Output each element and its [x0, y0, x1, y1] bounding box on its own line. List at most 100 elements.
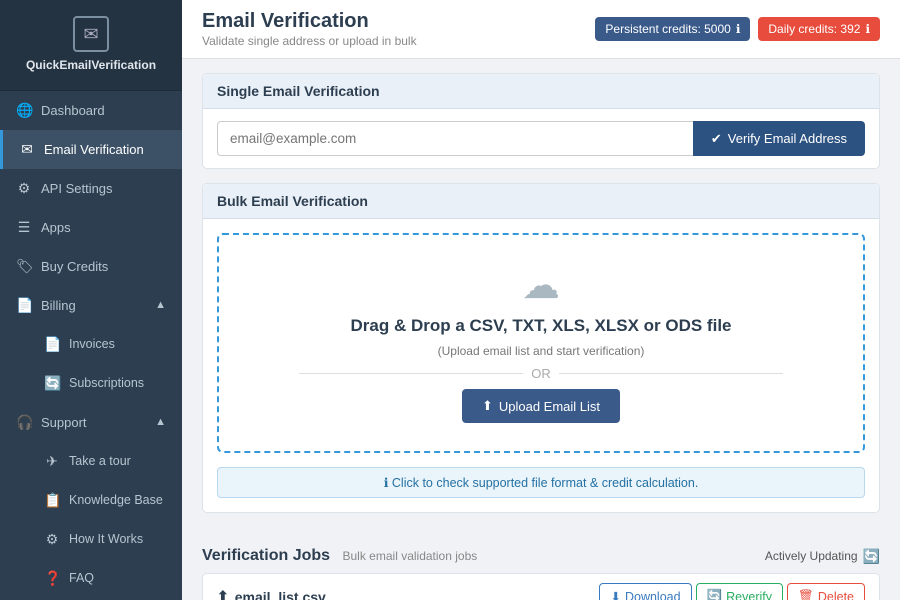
sidebar-item-label: Knowledge Base	[69, 493, 163, 507]
how-icon: ⚙	[44, 531, 60, 548]
upload-file-icon: ⬆	[217, 588, 229, 600]
sidebar-item-subscriptions[interactable]: 🔄 Subscriptions	[16, 364, 182, 403]
billing-collapse-icon[interactable]: ▲	[155, 299, 166, 311]
sidebar-item-label: Apps	[41, 220, 71, 235]
brand-name: QuickEmailVerification	[26, 58, 156, 74]
logo-icon: ✉	[73, 16, 109, 52]
single-verify-body: ✔ Verify Email Address	[203, 109, 879, 168]
job-card-header: ⬆ email_list.csv ⬇ Download 🔄 Reverify 🗑…	[203, 574, 879, 600]
sidebar-item-buy-credits[interactable]: 🏷 Buy Credits	[0, 247, 182, 286]
upload-email-list-button[interactable]: ⬆ Upload Email List	[462, 389, 620, 423]
daily-info-icon: ℹ	[865, 22, 870, 36]
sidebar-item-label: FAQ	[69, 571, 94, 585]
jobs-header: Verification Jobs Bulk email validation …	[182, 541, 900, 573]
email-input[interactable]	[217, 121, 693, 156]
apps-icon: ☰	[16, 219, 32, 236]
delete-button[interactable]: 🗑 Delete	[787, 583, 865, 600]
jobs-subtitle: Bulk email validation jobs	[343, 549, 478, 563]
upload-icon: ⬆	[482, 398, 493, 414]
support-submenu: ✈ Take a tour 📋 Knowledge Base ⚙ How It …	[0, 442, 182, 600]
active-updating-indicator: Actively Updating 🔄	[765, 548, 880, 565]
job-card: ⬆ email_list.csv ⬇ Download 🔄 Reverify 🗑…	[202, 573, 880, 600]
top-bar: Email Verification Validate single addre…	[182, 0, 900, 59]
drop-title: Drag & Drop a CSV, TXT, XLS, XLSX or ODS…	[350, 316, 731, 336]
verify-icon: ✔	[711, 131, 722, 147]
main-content: Email Verification Validate single addre…	[182, 0, 900, 600]
sidebar: ✉ QuickEmailVerification 🌐 Dashboard ✉ E…	[0, 0, 182, 600]
buy-credits-icon: 🏷	[16, 258, 32, 275]
billing-icon: 📄	[16, 297, 32, 314]
download-button[interactable]: ⬇ Download	[599, 583, 691, 600]
verify-email-button[interactable]: ✔ Verify Email Address	[693, 121, 865, 156]
jobs-title: Verification Jobs	[202, 547, 330, 564]
sidebar-item-label: Invoices	[69, 337, 115, 351]
persistent-credits-label: Persistent credits: 5000	[605, 22, 730, 36]
single-verify-header: Single Email Verification	[203, 74, 879, 109]
delete-label: Delete	[818, 590, 854, 600]
sidebar-item-label: Dashboard	[41, 103, 105, 118]
sidebar-item-email-verification[interactable]: ✉ Email Verification	[0, 130, 182, 169]
dashboard-icon: 🌐	[16, 102, 32, 119]
page-subtitle: Validate single address or upload in bul…	[202, 34, 417, 48]
sidebar-item-label: How It Works	[69, 532, 143, 546]
upload-label: Upload Email List	[499, 399, 600, 414]
sidebar-logo: ✉ QuickEmailVerification	[0, 0, 182, 91]
sidebar-item-label: Buy Credits	[41, 259, 108, 274]
sidebar-item-faq[interactable]: ❓ FAQ	[16, 559, 182, 598]
sidebar-item-invoices[interactable]: 📄 Invoices	[16, 325, 182, 364]
email-verification-icon: ✉	[19, 141, 35, 158]
filename-label: email_list.csv	[235, 589, 326, 600]
sidebar-item-label: Take a tour	[69, 454, 131, 468]
active-updating-label: Actively Updating	[765, 549, 858, 563]
sidebar-item-api-settings[interactable]: ⚙ API Settings	[0, 169, 182, 208]
sidebar-item-dashboard[interactable]: 🌐 Dashboard	[0, 91, 182, 130]
bulk-drop-zone[interactable]: ☁ Drag & Drop a CSV, TXT, XLS, XLSX or O…	[217, 233, 865, 453]
sidebar-item-billing[interactable]: 📄 Billing ▲	[0, 286, 182, 325]
bulk-verify-header: Bulk Email Verification	[203, 184, 879, 219]
refresh-icon[interactable]: 🔄	[863, 548, 880, 565]
sidebar-item-take-a-tour[interactable]: ✈ Take a tour	[16, 442, 182, 481]
reverify-label: Reverify	[726, 590, 772, 600]
page-title: Email Verification	[202, 10, 417, 33]
support-icon: 🎧	[16, 414, 32, 431]
sidebar-item-label: API Settings	[41, 181, 113, 196]
cloud-upload-icon: ☁	[522, 263, 560, 308]
file-format-info-banner[interactable]: ℹ Click to check supported file format &…	[217, 467, 865, 498]
daily-credits-label: Daily credits: 392	[768, 22, 860, 36]
sidebar-item-knowledge-base[interactable]: 📋 Knowledge Base	[16, 481, 182, 520]
jobs-title-area: Verification Jobs Bulk email validation …	[202, 547, 477, 565]
persistent-credits-badge[interactable]: Persistent credits: 5000 ℹ	[595, 17, 750, 41]
sidebar-item-label: Billing	[41, 298, 76, 313]
or-label: OR	[531, 366, 551, 381]
tour-icon: ✈	[44, 453, 60, 470]
sidebar-item-label: Email Verification	[44, 142, 144, 157]
or-divider: OR	[299, 366, 782, 381]
faq-icon: ❓	[44, 570, 60, 587]
sidebar-item-apps[interactable]: ☰ Apps	[0, 208, 182, 247]
job-filename: ⬆ email_list.csv	[217, 588, 326, 600]
sidebar-item-support[interactable]: 🎧 Support ▲	[0, 403, 182, 442]
reverify-button[interactable]: 🔄 Reverify	[696, 583, 783, 600]
page-heading: Email Verification Validate single addre…	[202, 10, 417, 48]
delete-icon: 🗑	[798, 589, 814, 600]
api-settings-icon: ⚙	[16, 180, 32, 197]
subscriptions-icon: 🔄	[44, 375, 60, 392]
invoices-icon: 📄	[44, 336, 60, 353]
billing-submenu: 📄 Invoices 🔄 Subscriptions	[0, 325, 182, 403]
content-area: Single Email Verification ✔ Verify Email…	[182, 59, 900, 541]
support-collapse-icon[interactable]: ▲	[155, 416, 166, 428]
persistent-info-icon: ℹ	[736, 22, 741, 36]
sidebar-item-label: Support	[41, 415, 87, 430]
knowledge-icon: 📋	[44, 492, 60, 509]
download-icon: ⬇	[610, 589, 620, 600]
sidebar-item-label: Subscriptions	[69, 376, 144, 390]
job-actions: ⬇ Download 🔄 Reverify 🗑 Delete	[599, 583, 865, 600]
daily-credits-badge[interactable]: Daily credits: 392 ℹ	[758, 17, 880, 41]
bulk-verify-section: Bulk Email Verification ☁ Drag & Drop a …	[202, 183, 880, 513]
verify-label: Verify Email Address	[728, 131, 847, 146]
credits-badges: Persistent credits: 5000 ℹ Daily credits…	[595, 17, 880, 41]
sidebar-item-how-it-works[interactable]: ⚙ How It Works	[16, 520, 182, 559]
single-verify-section: Single Email Verification ✔ Verify Email…	[202, 73, 880, 169]
download-label: Download	[625, 590, 681, 600]
drop-subtitle: (Upload email list and start verificatio…	[438, 344, 645, 358]
